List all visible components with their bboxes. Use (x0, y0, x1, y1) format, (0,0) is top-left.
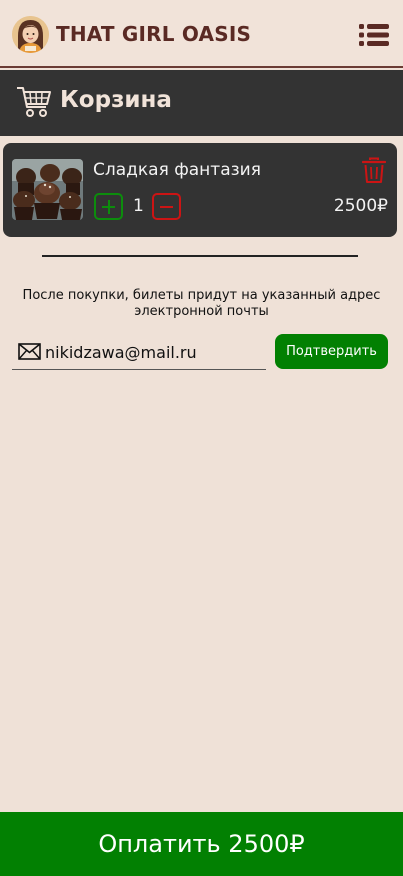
page-title: Корзина (60, 87, 172, 113)
list-menu-icon (359, 24, 389, 46)
app-header: THAT GIRL OASIS (0, 0, 403, 68)
increase-quantity-button[interactable] (94, 193, 123, 220)
girl-avatar-logo-icon (12, 16, 49, 53)
menu-button[interactable] (359, 24, 389, 46)
email-input[interactable] (45, 340, 263, 364)
chocolate-cupcakes-photo-icon (12, 159, 83, 220)
trash-icon[interactable] (362, 157, 386, 184)
confirm-email-button[interactable]: Подтвердить (275, 334, 388, 369)
section-divider (42, 255, 358, 257)
pay-button[interactable]: Оплатить 2500₽ (0, 812, 403, 876)
brand-logo[interactable] (12, 16, 49, 53)
cart-item-image (12, 159, 83, 220)
email-notice-text: После покупки, билеты придут на указанны… (22, 288, 381, 319)
shopping-cart-icon (17, 87, 51, 117)
envelope-icon (18, 343, 41, 360)
cart-item-name: Сладкая фантазия (93, 160, 261, 180)
brand-name: THAT GIRL OASIS (56, 22, 252, 46)
cart-item-price: 2500₽ (333, 196, 388, 216)
decrease-quantity-button[interactable] (152, 193, 181, 220)
cart-item-quantity: 1 (133, 196, 144, 216)
